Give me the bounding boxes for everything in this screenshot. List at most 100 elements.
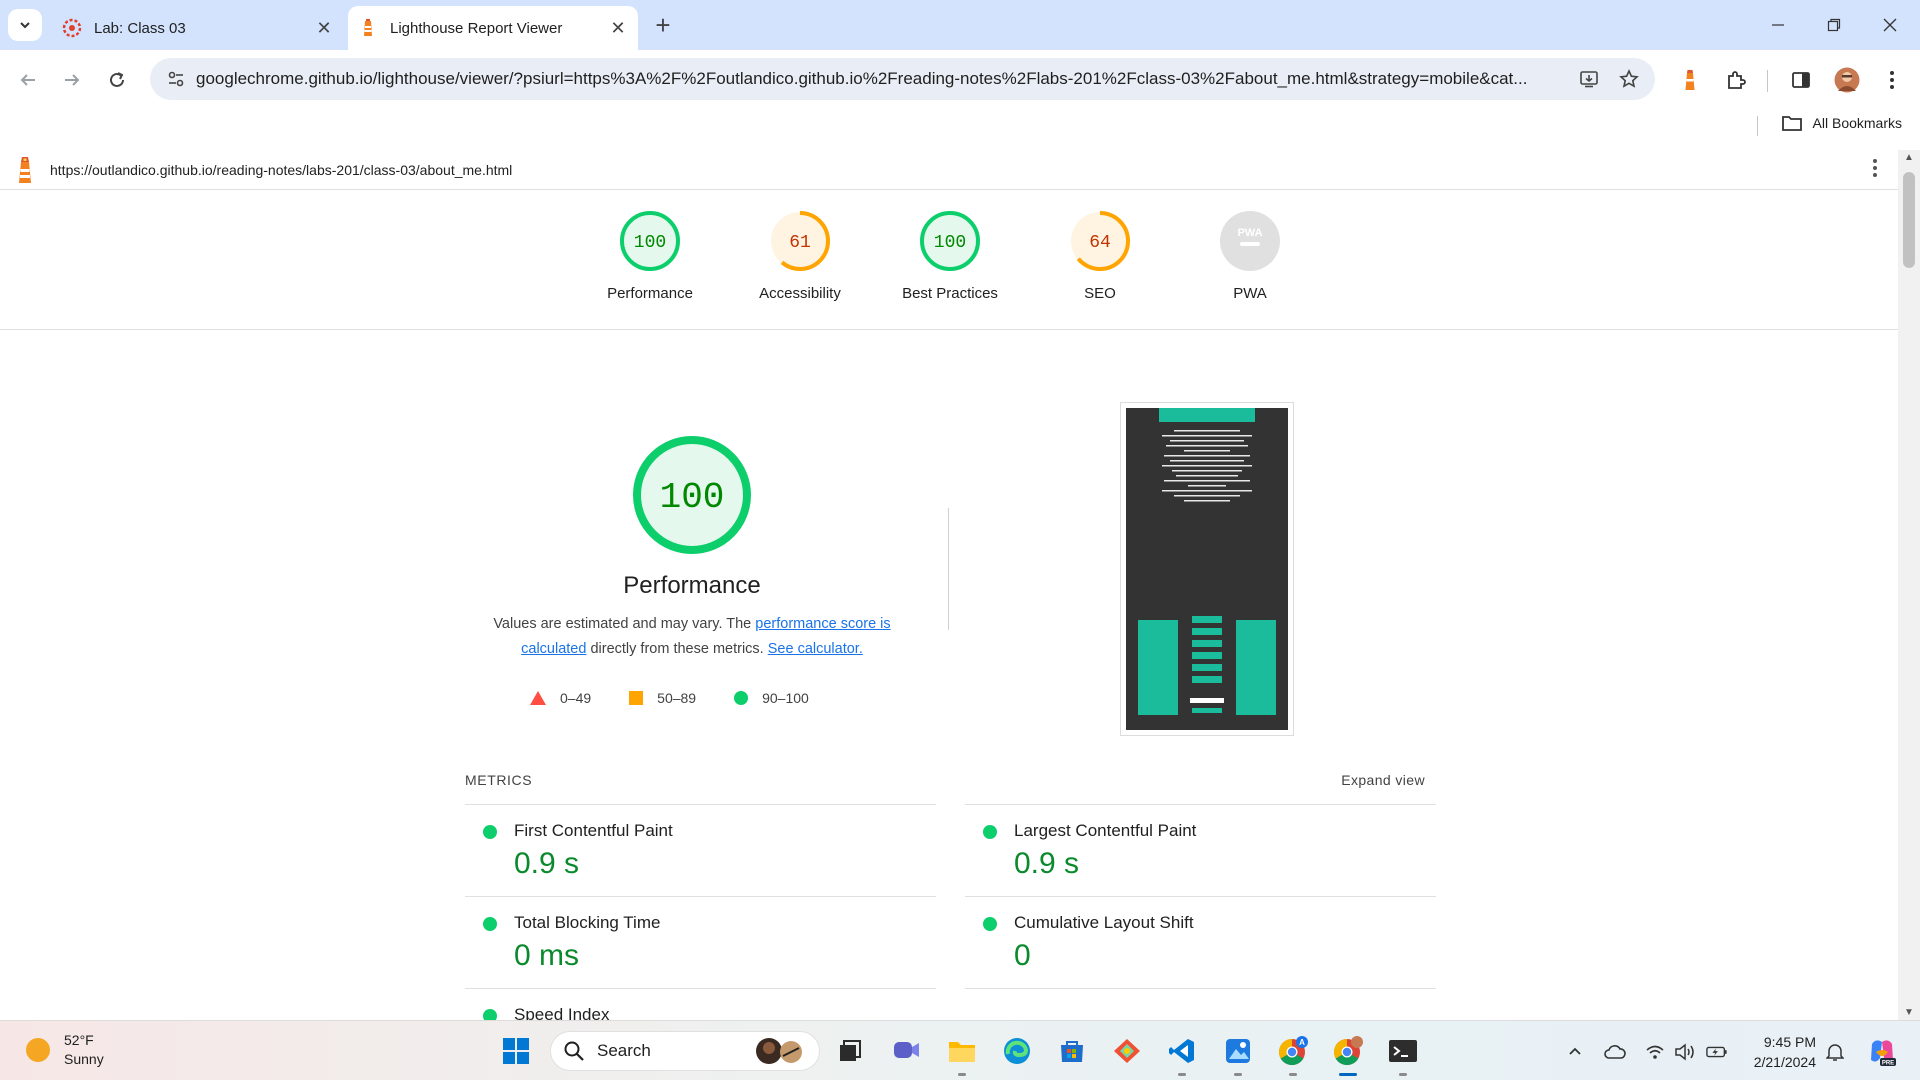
battery-tray-button[interactable] (1706, 1041, 1728, 1063)
score-ring: 100 (920, 211, 980, 271)
all-bookmarks-button[interactable]: All Bookmarks (1781, 114, 1902, 132)
metric-value: 0 (1014, 939, 1031, 972)
tab-search-button[interactable] (8, 9, 42, 41)
legend-item-fail: 0–49 (530, 690, 591, 706)
photos-app-button[interactable] (1220, 1033, 1256, 1076)
page-scrollbar[interactable]: ▲ ▼ (1898, 150, 1920, 1020)
running-indicator (1178, 1073, 1186, 1076)
terminal-button[interactable] (1385, 1033, 1421, 1076)
gauge-accessibility[interactable]: 61 Accessibility (740, 209, 860, 302)
lighthouse-topbar: https://outlandico.github.io/reading-not… (0, 150, 1898, 190)
metric-value: 0 ms (514, 939, 580, 972)
close-icon[interactable]: ✕ (604, 14, 632, 42)
legend-range: 0–49 (560, 690, 592, 706)
chevron-up-icon (1569, 1047, 1581, 1055)
pass-circle-icon (983, 917, 997, 931)
side-panel-button[interactable] (1785, 64, 1817, 96)
onedrive-tray-button[interactable] (1604, 1041, 1626, 1063)
microsoft-store-button[interactable] (1054, 1033, 1090, 1069)
tune-icon (168, 71, 184, 87)
start-button[interactable] (498, 1033, 534, 1069)
see-calculator-link[interactable]: See calculator. (768, 641, 863, 657)
site-info-button[interactable] (156, 70, 196, 88)
reload-button[interactable] (101, 64, 133, 96)
running-indicator (1234, 1073, 1242, 1076)
teams-chat-button[interactable] (888, 1033, 924, 1069)
expand-view-toggle[interactable]: Expand view (1341, 772, 1425, 788)
page-preview-image (1126, 408, 1288, 730)
square-average-icon (629, 691, 644, 705)
forward-arrow-icon (65, 74, 80, 86)
forward-button[interactable] (56, 64, 88, 96)
close-window-button[interactable] (1862, 0, 1918, 50)
edge-icon (1004, 1038, 1030, 1064)
score-ring: 100 (620, 211, 680, 271)
gauge-best-practices[interactable]: 100 Best Practices (890, 209, 1010, 302)
lighthouse-extension-button[interactable] (1674, 64, 1706, 96)
scroll-up-arrow-icon[interactable]: ▲ (1898, 152, 1920, 163)
close-icon[interactable]: ✕ (310, 14, 338, 42)
gauge-pwa[interactable]: PWA PWA (1190, 209, 1310, 302)
gauge-seo[interactable]: 64 SEO (1040, 209, 1160, 302)
taskbar-clock[interactable]: 9:45 PM 2/21/2024 (1746, 1032, 1816, 1072)
legend-item-pass: 90–100 (734, 690, 809, 706)
back-button[interactable] (12, 64, 44, 96)
install-app-button[interactable] (1569, 69, 1609, 89)
scroll-down-arrow-icon[interactable]: ▼ (1898, 1007, 1920, 1018)
edge-browser-button[interactable] (999, 1033, 1035, 1069)
task-view-button[interactable] (832, 1033, 868, 1069)
notifications-button[interactable] (1824, 1041, 1846, 1063)
git-kraken-button[interactable] (1109, 1033, 1145, 1069)
network-tray-button[interactable] (1644, 1041, 1666, 1063)
sun-icon (26, 1038, 50, 1062)
minimize-button[interactable] (1750, 0, 1806, 50)
weather-widget[interactable]: 52°F Sunny (26, 1031, 104, 1069)
vscode-button[interactable] (1164, 1033, 1200, 1076)
avatar (1834, 67, 1860, 93)
copilot-button[interactable]: PRE (1866, 1036, 1898, 1068)
browser-toolbar: googlechrome.github.io/lighthouse/viewer… (0, 50, 1920, 108)
taskbar-search-box[interactable]: Search (550, 1031, 820, 1071)
bell-icon (1826, 1044, 1844, 1061)
running-indicator (1399, 1073, 1407, 1076)
url-text[interactable]: googlechrome.github.io/lighthouse/viewer… (196, 69, 1569, 89)
gauge-label: Accessibility (759, 285, 841, 302)
clock-time: 9:45 PM (1763, 1034, 1816, 1050)
new-tab-button[interactable]: + (648, 10, 678, 40)
profile-avatar-button[interactable] (1831, 64, 1863, 96)
vscode-icon (1169, 1039, 1194, 1063)
side-panel-icon (1792, 72, 1810, 88)
gauge-label: PWA (1233, 285, 1267, 302)
report-page-url[interactable]: https://outlandico.github.io/reading-not… (50, 162, 512, 178)
lighthouse-favicon-icon (364, 19, 372, 36)
tab-title: Lighthouse Report Viewer (390, 19, 563, 37)
extensions-button[interactable] (1720, 64, 1752, 96)
report-menu-button[interactable] (1872, 158, 1878, 184)
performance-description: Values are estimated and may vary. The p… (470, 612, 914, 662)
chrome-profile-a-button[interactable]: A (1275, 1033, 1311, 1076)
tab-strip: Lab: Class 03 ✕ Lighthouse Report Viewer… (0, 0, 1920, 50)
final-screenshot-thumbnail[interactable] (1120, 402, 1294, 736)
performance-score-value: 100 (660, 477, 725, 518)
terminal-icon (1389, 1040, 1417, 1062)
volume-tray-button[interactable] (1674, 1041, 1696, 1063)
description-text: Values are estimated and may vary. The (493, 616, 756, 632)
tab-lab-class-03[interactable]: Lab: Class 03 ✕ (52, 6, 344, 50)
file-explorer-button[interactable] (944, 1033, 980, 1076)
metric-value: 0.9 s (514, 847, 580, 880)
scrollbar-thumb[interactable] (1903, 172, 1915, 268)
bookmarks-divider (1757, 116, 1758, 136)
metrics-header: METRICS Expand view (465, 772, 1425, 788)
chrome-icon: A (1278, 1036, 1308, 1066)
restore-button[interactable] (1806, 0, 1862, 50)
cloud-icon (1604, 1045, 1626, 1059)
chrome-menu-button[interactable] (1876, 64, 1908, 96)
bookmark-star-button[interactable] (1609, 69, 1649, 89)
copilot-icon: PRE (1871, 1040, 1896, 1067)
score-value: 100 (634, 233, 666, 253)
gauge-performance[interactable]: 100 Performance (590, 209, 710, 302)
show-hidden-icons-button[interactable] (1564, 1041, 1586, 1063)
tab-lighthouse-report-viewer[interactable]: Lighthouse Report Viewer ✕ (348, 6, 638, 50)
chrome-active-button[interactable] (1330, 1033, 1366, 1076)
address-bar[interactable]: googlechrome.github.io/lighthouse/viewer… (150, 58, 1655, 100)
